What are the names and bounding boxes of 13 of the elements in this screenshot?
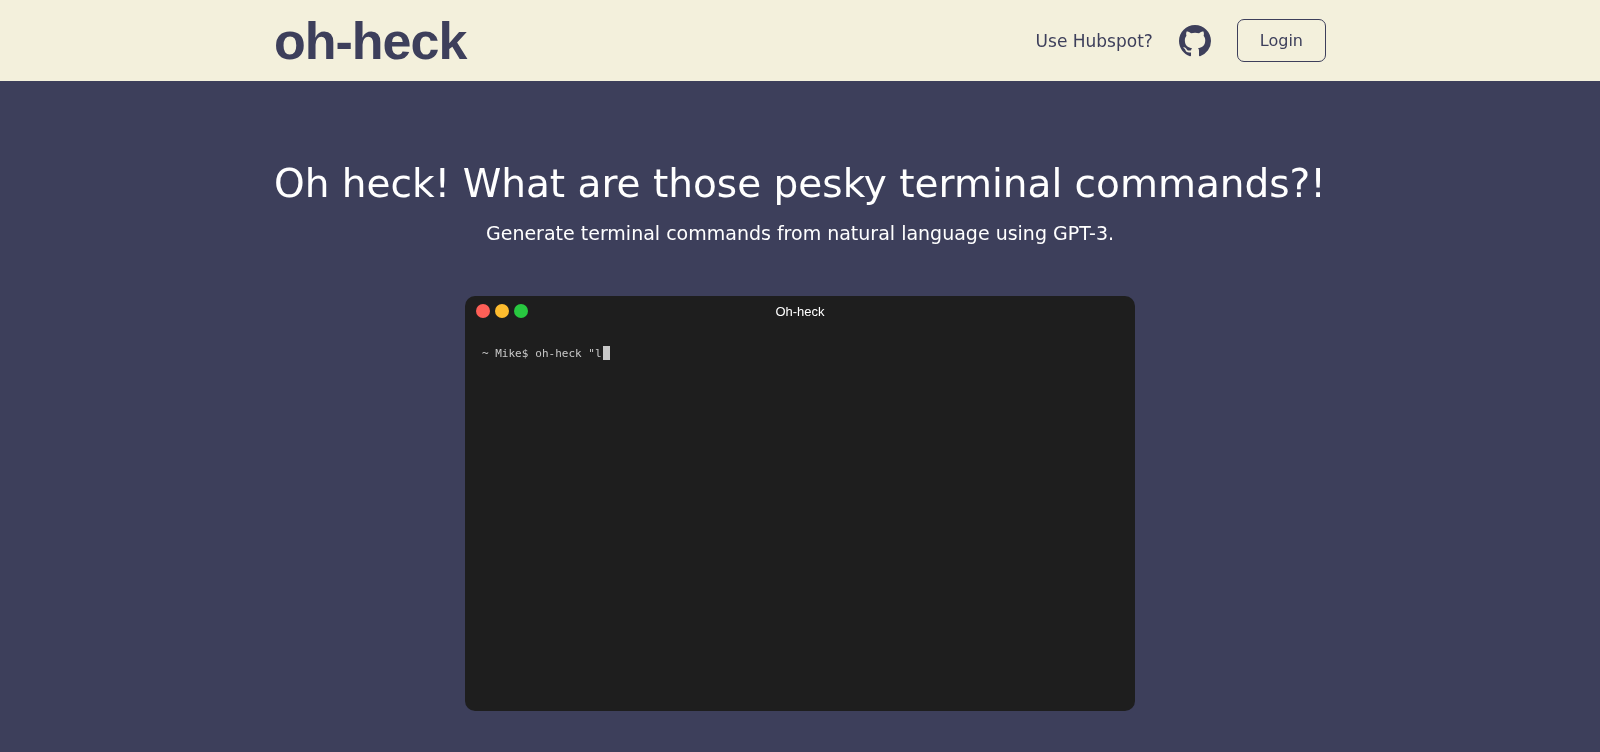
window-control-dot[interactable] — [514, 304, 528, 318]
terminal-command: oh-heck "l — [535, 346, 602, 360]
terminal-prompt: ~ Mike$ — [482, 346, 529, 360]
hero-subtitle: Generate terminal commands from natural language using GPT-3. — [485, 222, 1115, 244]
terminal-title: Oh-heck — [775, 303, 825, 319]
window-control-dot[interactable] — [476, 304, 490, 318]
hero-title: Oh heck! What are those pesky terminal commands?! — [274, 161, 1326, 206]
login-button[interactable]: Login — [1236, 19, 1326, 62]
logo[interactable]: oh-heck — [274, 10, 467, 71]
nav-link[interactable]: Use Hubspot? — [1035, 30, 1153, 51]
github-icon[interactable] — [1178, 24, 1211, 57]
window-control-dot[interactable] — [495, 304, 509, 318]
text-cursor — [602, 346, 610, 360]
